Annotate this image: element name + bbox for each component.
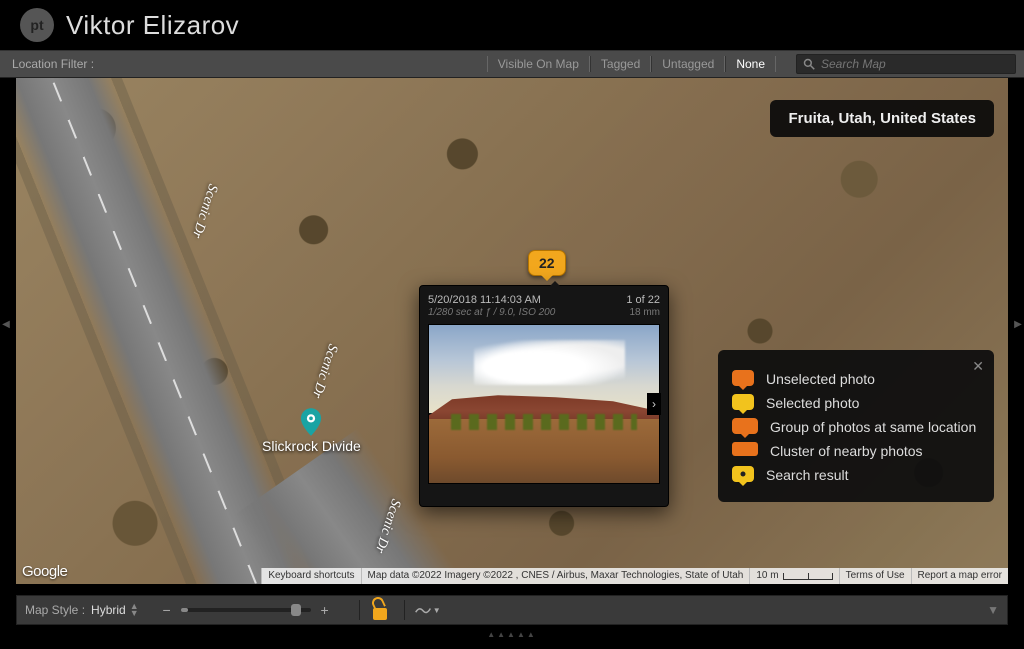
tracklog-button[interactable]: ▼ [415, 602, 441, 618]
chevron-down-icon: ▼ [433, 606, 441, 615]
popup-footer [428, 488, 660, 498]
next-photo-button[interactable]: › [647, 393, 661, 415]
report-map-error-link[interactable]: Report a map error [911, 568, 1008, 584]
lock-markers-button[interactable] [370, 599, 390, 621]
left-panel-toggle[interactable]: ◀ [2, 313, 10, 337]
photo-cluster-pin[interactable]: 22 [528, 250, 566, 276]
cluster-pin-icon [732, 442, 758, 456]
lock-body-icon [373, 608, 387, 620]
legend-row-selected: Selected photo [732, 394, 980, 412]
mapstyle-stepper-icon[interactable]: ▲▼ [130, 603, 139, 617]
zoom-in-button[interactable]: + [317, 602, 333, 618]
app-root: pt Viktor Elizarov Location Filter : Vis… [0, 0, 1024, 649]
legend-row-search: Search result [732, 466, 980, 484]
zoom-out-button[interactable]: − [159, 602, 175, 618]
mapstyle-select[interactable]: Hybrid [91, 603, 126, 617]
legend-label: Group of photos at same location [770, 419, 976, 435]
map-scale: 10 m [749, 568, 838, 584]
map-attribution-bar: Keyboard shortcuts Map data ©2022 Imager… [16, 568, 1008, 584]
keyboard-shortcuts-link[interactable]: Keyboard shortcuts [261, 568, 360, 584]
popup-counter: 1 of 22 [626, 294, 660, 306]
legend-label: Search result [766, 467, 848, 483]
map-canvas[interactable]: Scenic Dr Scenic Dr Scenic Dr Slickrock … [16, 78, 1008, 584]
unselected-pin-icon [732, 370, 754, 386]
zoom-slider-thumb[interactable] [291, 604, 301, 616]
right-panel-toggle[interactable]: ▶ [1014, 313, 1022, 337]
legend-label: Selected photo [766, 395, 859, 411]
legend-label: Unselected photo [766, 371, 875, 387]
filter-untagged[interactable]: Untagged [651, 56, 725, 72]
close-icon: ✕ [972, 358, 984, 374]
bottom-panel-grip[interactable]: ▲▲▲▲▲ [487, 630, 537, 639]
location-chip: Fruita, Utah, United States [770, 100, 994, 137]
search-icon [803, 58, 815, 70]
scale-bar-icon [783, 573, 833, 580]
map-data-attribution: Map data ©2022 Imagery ©2022 , CNES / Ai… [361, 568, 750, 584]
tracklog-icon [415, 605, 431, 615]
map-toolbar: Map Style : Hybrid ▲▼ − + ▼ ▼ [16, 595, 1008, 625]
filter-options: Visible On Map Tagged Untagged None [487, 56, 776, 72]
identity-plate: Viktor Elizarov [66, 10, 239, 41]
selected-pin-icon [732, 394, 754, 410]
popup-thumbnail[interactable]: › [428, 324, 660, 484]
zoom-slider[interactable] [181, 608, 311, 612]
popup-exposure: 1/280 sec at ƒ / 9.0, ISO 200 [428, 307, 555, 318]
app-header: pt Viktor Elizarov [0, 0, 1024, 50]
legend-close-button[interactable]: ✕ [972, 358, 984, 375]
filter-none[interactable]: None [725, 56, 776, 72]
legend-row-cluster: Cluster of nearby photos [732, 442, 980, 460]
popup-timestamp: 5/20/2018 11:14:03 AM [428, 294, 541, 306]
mapstyle-label: Map Style : [25, 603, 85, 617]
search-map-input[interactable] [815, 57, 1009, 71]
toolbar-divider [404, 600, 405, 620]
legend-label: Cluster of nearby photos [770, 443, 923, 459]
zoom-controls: − + [159, 602, 333, 618]
photo-preview-popup: 5/20/2018 11:14:03 AM 1 of 22 1/280 sec … [419, 285, 669, 507]
toolbar-divider [359, 600, 360, 620]
group-pin-icon [732, 418, 758, 434]
search-result-pin-icon [732, 466, 754, 482]
location-filter-label: Location Filter : [8, 57, 94, 71]
terms-of-use-link[interactable]: Terms of Use [839, 568, 911, 584]
legend-row-group: Group of photos at same location [732, 418, 980, 436]
filter-tagged[interactable]: Tagged [590, 56, 651, 72]
chevron-right-icon: › [652, 397, 656, 411]
brand-logo: pt [20, 8, 54, 42]
search-map-field[interactable] [796, 54, 1016, 74]
filter-visible-on-map[interactable]: Visible On Map [487, 56, 590, 72]
thumbnail-image [428, 324, 660, 484]
popup-focal-length: 18 mm [629, 307, 660, 318]
map-legend: ✕ Unselected photo Selected photo Group … [718, 350, 994, 502]
scale-label: 10 m [756, 569, 778, 583]
legend-row-unselected: Unselected photo [732, 370, 980, 388]
toolbar-collapse-button[interactable]: ▼ [987, 603, 999, 617]
cluster-count-badge: 22 [528, 250, 566, 276]
location-filter-bar: Location Filter : Visible On Map Tagged … [0, 50, 1024, 78]
